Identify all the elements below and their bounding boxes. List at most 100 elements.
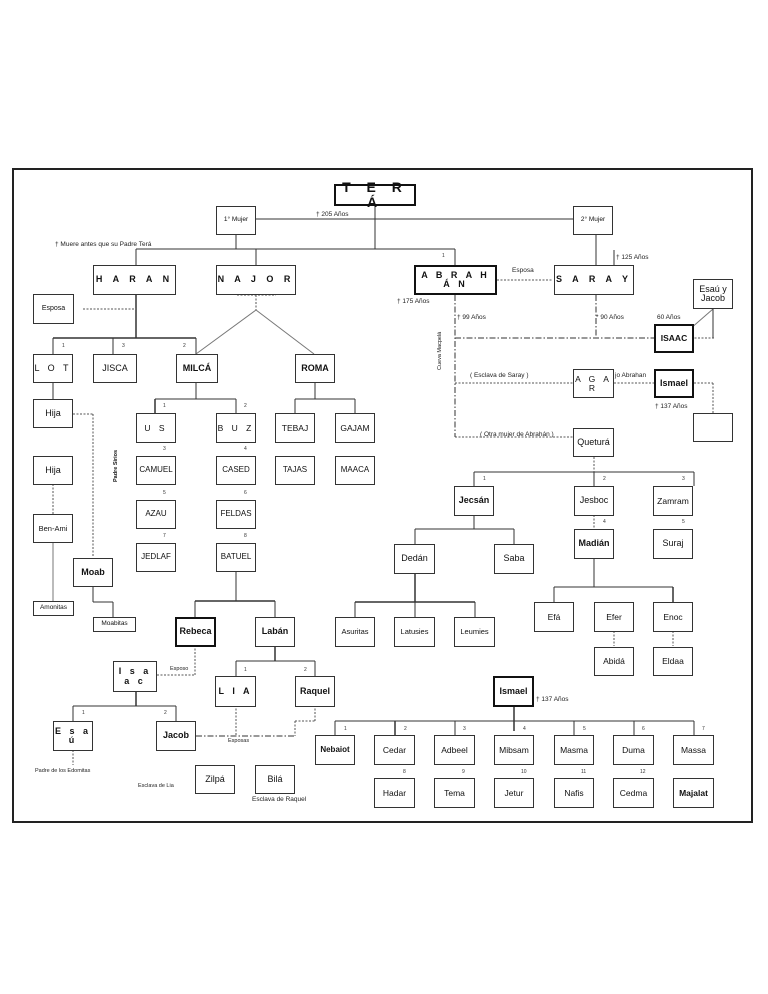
node-mibsam[interactable]: Mibsam (494, 735, 534, 765)
node-efa[interactable]: Efá (534, 602, 574, 632)
node-camuel[interactable]: CAMUEL (136, 456, 176, 485)
node-buz[interactable]: B U Z (216, 413, 256, 443)
node-moab[interactable]: Moab (73, 558, 113, 587)
num-suraj: 5 (682, 519, 685, 525)
node-adbeel[interactable]: Adbeel (434, 735, 475, 765)
node-jesboc[interactable]: Jesboc (574, 486, 614, 516)
node-us[interactable]: U S (136, 413, 176, 443)
node-jacob[interactable]: Jacob (156, 721, 196, 751)
node-haran[interactable]: H A R A N (93, 265, 176, 295)
num-us: 1 (163, 403, 166, 409)
node-dedan[interactable]: Dedán (394, 544, 435, 574)
node-batuel[interactable]: BATUEL (216, 543, 256, 572)
node-isaac[interactable]: I s a a c (113, 661, 157, 692)
num-abrahan: 1 (442, 253, 445, 259)
node-amonitas[interactable]: Amonitas (33, 601, 74, 616)
node-hija-2[interactable]: Hija (33, 456, 73, 485)
node-saray[interactable]: S A R A Y (554, 265, 634, 295)
node-jisca[interactable]: JISCA (93, 354, 137, 383)
node-eldaa[interactable]: Eldaa (653, 647, 693, 676)
node-ismael-top[interactable]: Ismael (654, 369, 694, 398)
node-najor[interactable]: N A J O R (216, 265, 296, 295)
node-rebeca[interactable]: Rebeca (175, 617, 216, 647)
node-enoc[interactable]: Enoc (653, 602, 693, 632)
label-hijo-abrahan: jo Abrahan (615, 372, 647, 379)
node-maaca[interactable]: MAACA (335, 456, 375, 485)
node-cased[interactable]: CASED (216, 456, 256, 485)
label-padre-edomitas: Padre de los Edomitas (35, 768, 91, 774)
num-feldas: 6 (244, 490, 247, 496)
node-jetur[interactable]: Jetur (494, 778, 534, 808)
node-asuritas[interactable]: Asuritas (335, 617, 375, 647)
node-lot[interactable]: L O T (33, 354, 73, 383)
label-cueva-macpela: Cueva Macpelá (437, 331, 443, 370)
node-raquel[interactable]: Raquel (295, 676, 335, 707)
node-queturah[interactable]: Queturá (573, 428, 614, 457)
num-milca: 2 (183, 343, 186, 349)
node-hija-1[interactable]: Hija (33, 399, 73, 428)
label-abrahan-age: † 175 Años (397, 298, 430, 305)
label-esposa: Esposa (512, 267, 534, 274)
node-milca[interactable]: MILCÁ (176, 354, 218, 383)
node-cedma[interactable]: Cedma (613, 778, 654, 808)
label-isaac-60: 60 Años (657, 314, 681, 321)
num-duma: 6 (642, 726, 645, 732)
num-jesboc: 2 (603, 476, 606, 482)
node-esau-jacob[interactable]: Esaú y Jacob (693, 279, 733, 309)
node-moabitas[interactable]: Moabitas (93, 617, 136, 632)
node-efer[interactable]: Efer (594, 602, 634, 632)
node-laban[interactable]: Labán (255, 617, 295, 647)
node-esau[interactable]: E s a ú (53, 721, 93, 751)
node-nafis[interactable]: Nafis (554, 778, 594, 808)
label-abrahan-99: † 99 Años (457, 314, 486, 321)
node-isaac-top[interactable]: ISAAC (654, 324, 694, 353)
node-tajas[interactable]: TAJAS (275, 456, 315, 485)
node-ismael[interactable]: Ismael (493, 676, 534, 707)
node-tebaj[interactable]: TEBAJ (275, 413, 315, 443)
num-mibsam: 4 (523, 726, 526, 732)
node-azau[interactable]: AZAU (136, 500, 176, 529)
node-duma[interactable]: Duma (613, 735, 654, 765)
node-cedar[interactable]: Cedar (374, 735, 415, 765)
node-bila[interactable]: Bilá (255, 765, 295, 794)
num-tema: 9 (462, 769, 465, 775)
num-jedlaf: 7 (163, 533, 166, 539)
node-zamram[interactable]: Zamram (653, 486, 693, 516)
num-adbeel: 3 (463, 726, 466, 732)
node-madian[interactable]: Madián (574, 529, 614, 559)
node-suraj[interactable]: Suraj (653, 529, 693, 559)
node-massa[interactable]: Massa (673, 735, 714, 765)
node-jecsan[interactable]: Jecsán (454, 486, 494, 516)
num-batuel: 8 (244, 533, 247, 539)
node-agar[interactable]: A G A R (573, 369, 614, 398)
node-roma[interactable]: ROMA (295, 354, 335, 383)
label-tera-age: † 205 Años (316, 211, 349, 218)
node-jedlaf[interactable]: JEDLAF (136, 543, 176, 572)
num-madian: 4 (603, 519, 606, 525)
node-zilpa[interactable]: Zilpá (195, 765, 235, 794)
num-jetur: 10 (521, 769, 527, 775)
num-raquel: 2 (304, 667, 307, 673)
node-empty[interactable] (693, 413, 733, 442)
node-ben-ami[interactable]: Ben-Ami (33, 514, 73, 543)
node-hadar[interactable]: Hadar (374, 778, 415, 808)
node-nebaiot[interactable]: Nebaiot (315, 735, 355, 765)
label-esclava-lia: Esclava de Lia (138, 783, 174, 789)
node-tema[interactable]: Tema (434, 778, 475, 808)
label-saray-age: † 125 Años (616, 254, 649, 261)
node-mujer1[interactable]: 1° Mujer (216, 206, 256, 235)
node-saba[interactable]: Saba (494, 544, 534, 574)
node-abrahan[interactable]: A B R A H Á N (414, 265, 497, 295)
node-lia[interactable]: L I A (215, 676, 256, 707)
node-majalat[interactable]: Majalat (673, 778, 714, 808)
node-abida[interactable]: Abidá (594, 647, 634, 676)
node-esposa-haran[interactable]: Esposa (33, 294, 74, 324)
node-leumies[interactable]: Leumies (454, 617, 495, 647)
node-latusies[interactable]: Latusies (394, 617, 435, 647)
node-tera[interactable]: T E R Á (334, 180, 416, 209)
node-feldas[interactable]: FELDAS (216, 500, 256, 529)
node-gajam[interactable]: GAJAM (335, 413, 375, 443)
num-buz: 2 (244, 403, 247, 409)
node-mujer2[interactable]: 2° Mujer (573, 206, 613, 235)
node-masma[interactable]: Masma (554, 735, 594, 765)
